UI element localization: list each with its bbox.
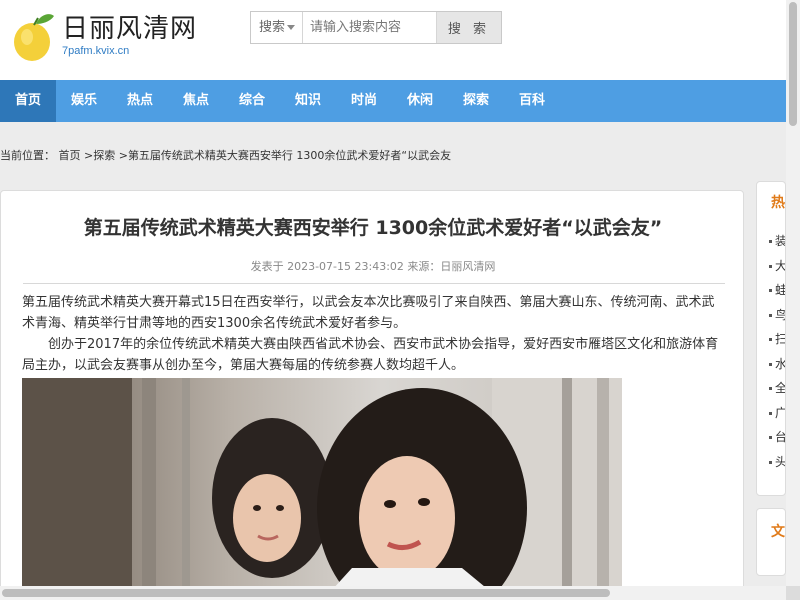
sidebar-hot-list: 装 大 蛙 鸟 扫 水 全 广 台 头 xyxy=(769,232,785,478)
list-item[interactable]: 广 xyxy=(769,404,785,429)
bullet-icon xyxy=(769,362,772,366)
list-item[interactable]: 蛙 xyxy=(769,281,785,306)
article-title: 第五届传统武术精英大赛西安举行 1300余位武术爱好者“以武会友” xyxy=(83,217,663,239)
breadcrumb-current: 第五届传统武术精英大赛西安举行 1300余位武术爱好者“以武会友 xyxy=(127,149,452,162)
article-meta: 发表于 2023-07-15 23:43:02 来源：日丽风清网 xyxy=(250,260,496,273)
sidebar-hot-box: 热 装 大 蛙 鸟 扫 水 全 广 台 头 xyxy=(756,181,786,496)
breadcrumb-separator: > xyxy=(80,149,94,162)
list-item[interactable]: 大 xyxy=(769,257,785,282)
bullet-icon xyxy=(769,411,772,415)
nav-item-hot[interactable]: 热点 xyxy=(112,80,168,122)
bullet-icon xyxy=(769,387,772,390)
article-card: 第五届传统武术精英大赛西安举行 1300余位武术爱好者“以武会友” 发表于 20… xyxy=(0,190,744,600)
nav-item-encyclopedia[interactable]: 百科 xyxy=(504,80,560,122)
search-form: 搜索 搜 索 xyxy=(250,11,502,44)
list-item[interactable]: 水 xyxy=(769,355,785,380)
nav-item-general[interactable]: 综合 xyxy=(224,80,280,122)
list-item[interactable]: 装 xyxy=(769,232,785,257)
nav-item-home[interactable]: 首页 xyxy=(0,80,56,122)
list-item[interactable]: 扫 xyxy=(769,330,785,355)
sidebar-article-box: 文 xyxy=(756,508,786,576)
search-input[interactable] xyxy=(304,12,436,43)
nav-item-leisure[interactable]: 休闲 xyxy=(392,80,448,122)
breadcrumb-home-link[interactable]: 首页 xyxy=(59,149,81,162)
scrollbar-thumb[interactable] xyxy=(2,589,610,597)
search-button[interactable]: 搜 索 xyxy=(436,12,501,43)
site-domain[interactable]: 7pafm.kvix.cn xyxy=(62,45,129,57)
breadcrumb-category-link[interactable]: 探索 xyxy=(93,149,115,162)
divider xyxy=(23,283,725,284)
lemon-icon[interactable] xyxy=(12,10,56,62)
nav-item-knowledge[interactable]: 知识 xyxy=(280,80,336,122)
article-photo xyxy=(22,378,622,599)
main-nav: 首页 娱乐 热点 焦点 综合 知识 时尚 休闲 探索 百科 xyxy=(0,80,786,122)
breadcrumb: 当前位置： 首页 >探索 >第五届传统武术精英大赛西安举行 1300余位武术爱好… xyxy=(0,147,451,163)
breadcrumb-prefix: 当前位置： xyxy=(0,149,55,162)
sidebar-article-heading: 文 xyxy=(771,524,785,540)
nav-item-fashion[interactable]: 时尚 xyxy=(336,80,392,122)
scrollbar-corner xyxy=(786,586,800,600)
nav-item-entertainment[interactable]: 娱乐 xyxy=(56,80,112,122)
sidebar-hot-heading: 热 xyxy=(771,195,785,211)
bullet-icon xyxy=(769,264,772,268)
site-title[interactable]: 日丽风清网 xyxy=(62,8,197,45)
bullet-icon xyxy=(769,460,772,464)
bullet-icon xyxy=(769,436,772,439)
nav-item-focus[interactable]: 焦点 xyxy=(168,80,224,122)
list-item[interactable]: 全 xyxy=(769,379,785,404)
list-item[interactable]: 头 xyxy=(769,453,785,478)
bullet-icon xyxy=(769,338,772,341)
article-paragraph: 第五届传统武术精英大赛开幕式15日在西安举行，以武会友本次比赛吸引了来自陕西、第… xyxy=(22,295,715,331)
search-type-label: 搜索 xyxy=(259,20,286,35)
horizontal-scrollbar[interactable] xyxy=(0,586,786,600)
breadcrumb-separator: > xyxy=(115,149,128,162)
vertical-scrollbar[interactable] xyxy=(786,0,800,586)
bullet-icon xyxy=(769,240,772,243)
scrollbar-thumb[interactable] xyxy=(789,2,797,126)
bullet-icon xyxy=(769,289,772,292)
article-paragraph: 创办于2017年的余位传统武术精英大赛由陕西省武术协会、西安市武术协会指导，爱好… xyxy=(22,337,719,373)
search-type-select[interactable]: 搜索 xyxy=(251,12,303,43)
nav-item-explore[interactable]: 探索 xyxy=(448,80,504,122)
site-header: 日丽风清网 7pafm.kvix.cn 搜索 搜 索 xyxy=(0,0,786,80)
list-item[interactable]: 鸟 xyxy=(769,306,785,331)
list-item[interactable]: 台 xyxy=(769,428,785,453)
bullet-icon xyxy=(769,313,772,317)
caret-down-icon xyxy=(287,25,296,30)
